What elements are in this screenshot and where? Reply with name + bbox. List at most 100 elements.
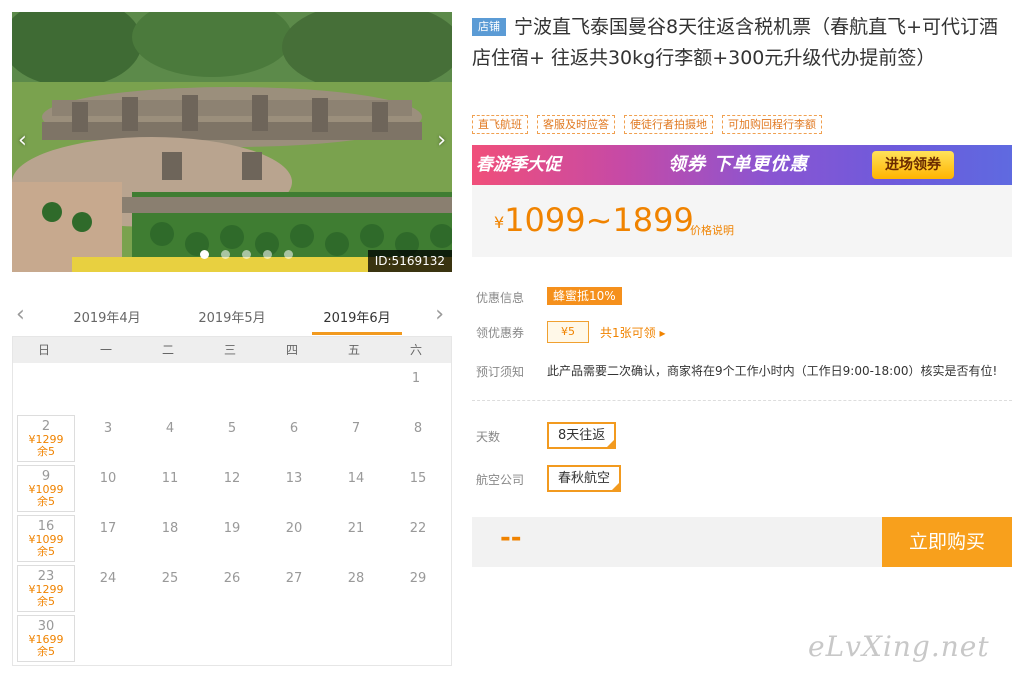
day-number: 29 [409, 571, 427, 586]
price-explanation-link[interactable]: 价格说明 [690, 222, 734, 238]
month-tab-selected[interactable]: 2019年6月 [312, 307, 402, 326]
calendar-day [323, 363, 385, 413]
day-number: 15 [409, 471, 427, 486]
calendar-day-available[interactable]: 23 ¥1299 余5 [17, 565, 75, 612]
total-price: -- [500, 523, 522, 553]
day-number: 17 [99, 521, 117, 536]
calendar-day-available[interactable]: 30 ¥1699 余5 [17, 615, 75, 662]
calendar-week-row: 30 ¥1699 余5 [13, 613, 451, 663]
airline-option-selected[interactable]: 春秋航空 [547, 465, 622, 492]
buy-now-button[interactable]: 立即购买 [882, 517, 1012, 567]
calendar-day-available[interactable]: 16 ¥1099 余5 [17, 515, 75, 562]
month-tab[interactable]: 2019年5月 [187, 307, 277, 326]
feature-tag: 可加购回程行李额 [722, 115, 822, 134]
calendar-day: 3 [77, 413, 139, 463]
gallery-dot[interactable] [242, 250, 251, 259]
gallery-dot[interactable] [284, 250, 293, 259]
calendar-day [139, 613, 201, 663]
calendar-day: 29 [387, 563, 449, 613]
day-number: 8 [413, 421, 423, 436]
departure-calendar: ‹ 2019年4月 2019年5月 2019年6月 › 日 一 二 三 四 五 … [12, 300, 452, 666]
weekday-label: 日 [37, 343, 50, 357]
calendar-day [263, 613, 325, 663]
weekday-label: 五 [347, 343, 360, 357]
gallery-prev-arrow[interactable]: ‹ [18, 130, 27, 152]
calendar-day: 17 [77, 513, 139, 563]
feature-tag: 直飞航班 [472, 115, 528, 134]
gallery-next-arrow[interactable]: › [437, 130, 446, 152]
banner-event-title: 春游季大促 [476, 155, 561, 175]
calendar-day: 10 [77, 463, 139, 513]
calendar-day: 28 [325, 563, 387, 613]
calendar-week-row: 1 [13, 363, 451, 413]
day-number: 26 [223, 571, 241, 586]
calendar-day [261, 363, 323, 413]
calendar-day-available[interactable]: 9 ¥1099 余5 [17, 465, 75, 512]
garden-photo [12, 12, 452, 272]
price-range: ¥1099~1899 [494, 201, 694, 239]
day-number [137, 363, 199, 371]
month-tabs: ‹ 2019年4月 2019年5月 2019年6月 › [12, 300, 452, 336]
day-number: 12 [223, 471, 241, 486]
calendar-day [137, 363, 199, 413]
day-stock: 余5 [37, 445, 55, 458]
product-image-gallery[interactable]: ‹ › ID:5169132 [12, 12, 452, 272]
coupon-claim-link[interactable]: 共1张可领 ▸ [600, 324, 665, 341]
day-number: 11 [161, 471, 179, 486]
days-option-selected[interactable]: 8天往返 [547, 422, 617, 449]
gallery-dot[interactable] [221, 250, 230, 259]
day-number: 27 [285, 571, 303, 586]
calendar-day: 11 [139, 463, 201, 513]
booking-notice-text: 此产品需要二次确认，商家将在9个工作小时内（工作日9:00-18:00）核实是否… [547, 364, 998, 378]
gallery-dot[interactable] [200, 250, 209, 259]
calendar-day: 4 [139, 413, 201, 463]
promo-banner[interactable]: 春游季大促 领券 下单更优惠 进场领券 [472, 145, 1012, 185]
calendar-day: 20 [263, 513, 325, 563]
day-number: 4 [165, 421, 175, 436]
calendar-prev-arrow[interactable]: ‹ [16, 303, 25, 327]
gallery-pagination [200, 250, 293, 259]
day-number: 20 [285, 521, 303, 536]
gallery-dot[interactable] [263, 250, 272, 259]
calendar-day: 19 [201, 513, 263, 563]
day-number: 19 [223, 521, 241, 536]
day-number: 14 [347, 471, 365, 486]
month-selected-indicator [312, 332, 402, 335]
calendar-day: 8 [387, 413, 449, 463]
day-number: 18 [161, 521, 179, 536]
weekday-label: 四 [285, 343, 298, 357]
day-number [325, 613, 387, 621]
days-label: 天数 [476, 430, 501, 444]
calendar-next-arrow[interactable]: › [435, 303, 444, 327]
day-number: 5 [227, 421, 237, 436]
month-tab[interactable]: 2019年4月 [62, 307, 152, 326]
purchase-bar: -- 立即购买 [472, 517, 1012, 567]
coupon-ticket[interactable]: ¥5 [547, 321, 589, 343]
day-number: 2 [41, 419, 51, 434]
feature-tag: 使徒行者拍摄地 [624, 115, 713, 134]
calendar-day: 27 [263, 563, 325, 613]
calendar-day: 13 [263, 463, 325, 513]
banner-slogan: 领券 下单更优惠 [668, 154, 809, 175]
weekday-header: 日 一 二 三 四 五 六 [13, 337, 451, 363]
day-number: 1 [411, 371, 421, 386]
calendar-week-row: 23 ¥1299 余5 24 25 26 27 28 29 [13, 563, 451, 613]
get-coupon-button[interactable]: 进场领券 [872, 151, 954, 179]
calendar-day [75, 363, 137, 413]
promo-info-label: 优惠信息 [476, 291, 525, 305]
calendar-day [201, 613, 263, 663]
calendar-body: 1 2 ¥1299 余5 3 4 5 6 7 8 9 ¥1099 余5 10 11 12 13 14 15 16 ¥10… [13, 363, 451, 663]
day-number: 10 [99, 471, 117, 486]
calendar-day [77, 613, 139, 663]
promo-badge: 蜂蜜抵10% [547, 287, 622, 305]
calendar-day-available[interactable]: 2 ¥1299 余5 [17, 415, 75, 462]
day-stock: 余5 [37, 495, 55, 508]
calendar-day: 21 [325, 513, 387, 563]
calendar-day [199, 363, 261, 413]
shop-tag: 店铺 [472, 18, 506, 36]
day-number [261, 363, 323, 371]
weekday-label: 三 [223, 343, 236, 357]
calendar-week-row: 9 ¥1099 余5 10 11 12 13 14 15 [13, 463, 451, 513]
product-title: 店铺 宁波直飞泰国曼谷8天往返含税机票（春航直飞+可代订酒店住宿+ 往返共30kg… [472, 12, 1012, 74]
calendar-grid: 日 一 二 三 四 五 六 1 2 ¥1299 余5 3 4 5 6 7 8 9 ¥1099 余5 10 1… [12, 336, 452, 666]
